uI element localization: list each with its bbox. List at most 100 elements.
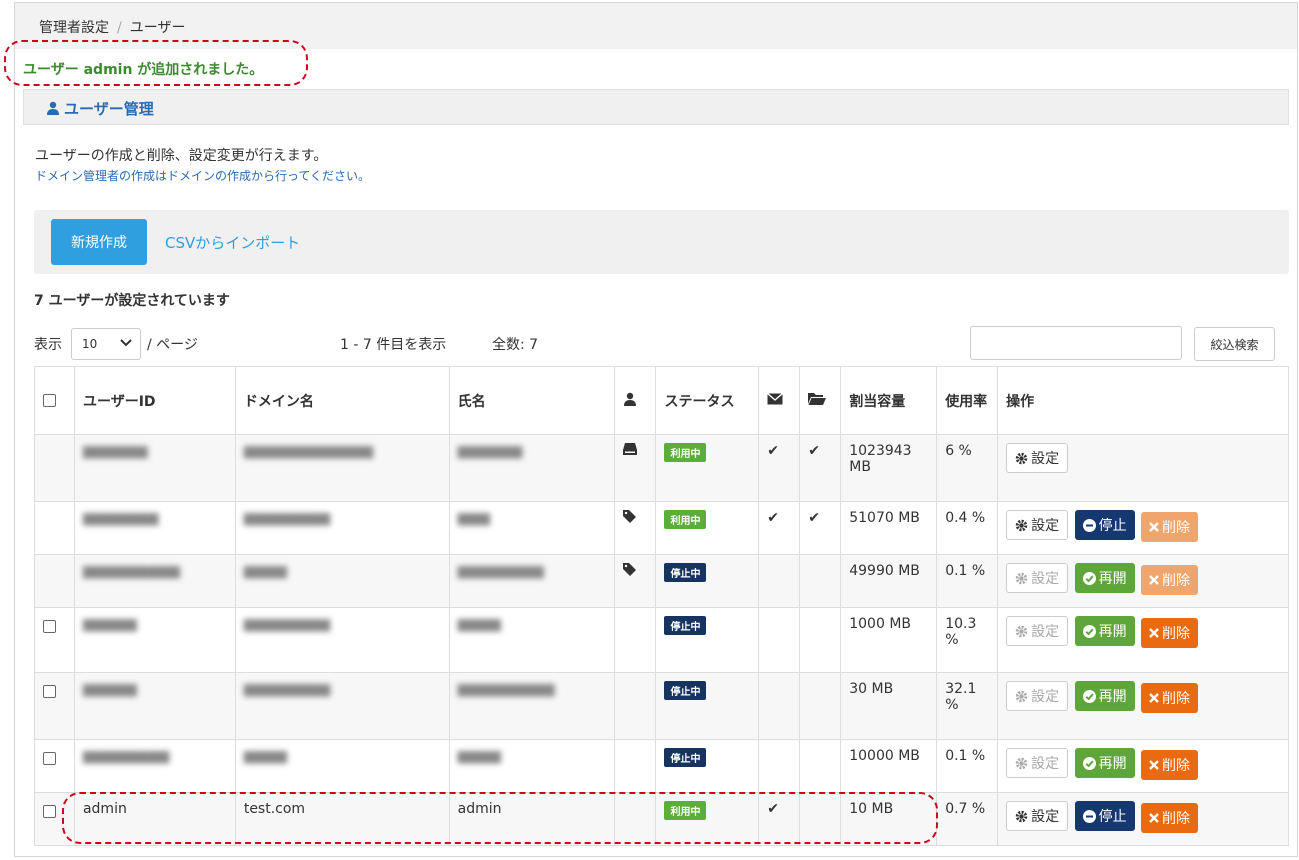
breadcrumb-separator: / [117,20,122,36]
select-all-checkbox[interactable] [43,394,56,407]
resume-label: 再開 [1098,571,1127,587]
envelope-icon [767,392,784,409]
x-icon [1149,692,1159,703]
per-page-select[interactable]: 10 [71,328,141,360]
stop-button[interactable]: 停止 [1074,801,1135,831]
status-badge: 停止中 [664,616,707,635]
row-checkbox[interactable] [43,620,56,633]
usage-cell: 10.3 % [936,607,999,673]
delete-label: 削除 [1162,572,1191,589]
breadcrumb-parent[interactable]: 管理者設定 [39,20,109,36]
gear-icon [1015,625,1028,637]
settings-button[interactable]: 設定 [1006,616,1069,646]
settings-button[interactable]: 設定 [1006,443,1069,473]
x-icon [1149,759,1159,770]
col-user-id[interactable]: ユーザーID [73,366,236,435]
resume-button[interactable]: 再開 [1074,616,1135,646]
mail-check: ✔ [758,792,801,846]
settings-button[interactable]: 設定 [1006,801,1069,831]
col-type [613,366,657,435]
mail-check: ✔ [758,434,801,502]
resume-label: 再開 [1098,689,1127,705]
new-user-button[interactable]: 新規作成 [51,219,147,265]
status-badge: 利用中 [664,443,707,462]
delete-button[interactable]: 削除 [1141,802,1199,833]
csv-import-link[interactable]: CSVからインポート [165,232,300,253]
table-header-row: ユーザーID ドメイン名 氏名 ステータス 割当容量 使用率 操作 [34,366,1289,435]
settings-button[interactable]: 設定 [1006,681,1069,711]
col-name[interactable]: 氏名 [448,366,615,435]
settings-label: 設定 [1031,689,1060,705]
resume-button[interactable]: 再開 [1074,681,1135,711]
folder-check: ✔ [799,434,842,502]
table-row: ▆▆▆▆▆ ▆▆▆▆▆▆▆▆ ▆▆▆▆ 停止中 1000 MB 10.3 % 設… [34,607,1289,673]
table-row: ▆▆▆▆▆▆▆ ▆▆▆▆▆▆▆▆ ▆▆▆ 利用中 ✔ ✔ 51070 MB 0.… [34,501,1289,555]
delete-button[interactable]: 削除 [1141,617,1199,648]
quota-cell: 49990 MB [840,554,938,608]
col-domain[interactable]: ドメイン名 [234,366,450,435]
table-row: ▆▆▆▆▆▆ ▆▆▆▆▆▆▆▆▆▆▆▆ ▆▆▆▆▆▆ 利用中 ✔ ✔ 10239… [34,434,1289,502]
row-checkbox[interactable] [43,805,56,818]
quota-cell: 51070 MB [840,501,938,555]
show-label: 表示 [34,337,62,353]
usage-cell: 32.1 % [936,672,999,740]
settings-label: 設定 [1031,451,1060,467]
resume-label: 再開 [1098,756,1127,772]
user-count-title: 7 ユーザーが設定されています [34,293,230,309]
settings-label: 設定 [1031,624,1060,640]
delete-button[interactable]: 削除 [1141,564,1199,595]
row-checkbox[interactable] [43,752,56,765]
usage-cell: 0.4 % [936,501,999,555]
gear-icon [1015,757,1028,769]
col-usage[interactable]: 使用率 [936,366,999,435]
settings-button[interactable]: 設定 [1006,563,1069,593]
tag-icon [622,510,636,527]
breadcrumb: 管理者設定 / ユーザー [15,3,1297,49]
settings-label: 設定 [1031,809,1060,825]
quota-cell: 10000 MB [840,739,938,793]
settings-label: 設定 [1031,571,1060,587]
delete-button[interactable]: 削除 [1141,682,1199,713]
panel-note: ドメイン管理者の作成はドメインの作成から行ってください。 [35,169,371,183]
chevron-down-icon [120,337,132,351]
status-badge: 利用中 [664,510,707,529]
stop-label: 停止 [1098,809,1127,825]
gear-icon [1015,690,1028,702]
users-table: ユーザーID ドメイン名 氏名 ステータス 割当容量 使用率 操作 ▆▆▆▆▆▆… [34,366,1289,846]
table-row: ▆▆▆▆▆▆▆▆▆ ▆▆▆▆ ▆▆▆▆▆▆▆▆ 停止中 49990 MB 0.1… [34,554,1289,608]
per-page-value: 10 [82,337,98,351]
settings-button[interactable]: 設定 [1006,748,1069,778]
usage-cell: 0.1 % [936,739,999,793]
settings-button[interactable]: 設定 [1006,510,1069,540]
search-input[interactable] [970,326,1182,360]
search-button[interactable]: 絞込検索 [1194,327,1275,361]
delete-label: 削除 [1162,519,1191,536]
check-circle-icon [1082,689,1096,703]
resume-button[interactable]: 再開 [1074,563,1135,593]
resume-button[interactable]: 再開 [1074,748,1135,778]
delete-button[interactable]: 削除 [1141,749,1199,780]
col-quota[interactable]: 割当容量 [840,366,938,435]
col-mail [758,366,801,435]
person-icon [623,392,637,410]
tag-icon [622,563,636,580]
mail-check: ✔ [758,501,801,555]
stop-button[interactable]: 停止 [1074,510,1135,540]
delete-label: 削除 [1162,625,1191,642]
usage-cell: 0.1 % [936,554,999,608]
minus-circle-icon [1082,518,1096,532]
status-badge: 停止中 [664,563,707,582]
row-checkbox[interactable] [43,685,56,698]
quota-cell: 1000 MB [840,607,938,673]
minus-circle-icon [1082,809,1096,823]
user-id-cell: admin [73,792,236,846]
user-icon [46,101,60,115]
delete-button[interactable]: 削除 [1141,511,1199,542]
col-status[interactable]: ステータス [655,366,760,435]
folder-open-icon [808,393,827,409]
check-circle-icon [1082,571,1096,585]
range-text: 1 - 7 件目を表示 [340,337,447,353]
table-row: ▆▆▆▆▆ ▆▆▆▆▆▆▆▆ ▆▆▆▆▆▆▆▆▆ 停止中 30 MB 32.1 … [34,672,1289,740]
col-ops: 操作 [997,366,1289,435]
delete-label: 削除 [1162,757,1191,774]
